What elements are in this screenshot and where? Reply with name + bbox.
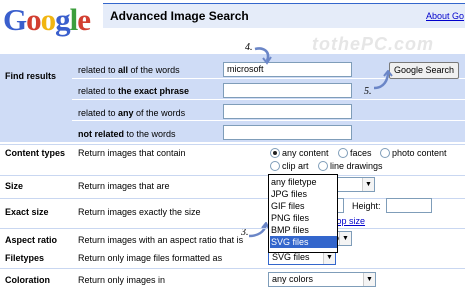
row-bold: any — [118, 108, 134, 118]
coloration-description: Return only images in — [78, 275, 166, 285]
find-results-label: Find results — [5, 71, 57, 81]
size-description: Return images that are — [78, 181, 170, 191]
content-types-description: Return images that contain — [78, 148, 186, 158]
step-4-marker: 4. — [245, 42, 253, 53]
coloration-label: Coloration — [5, 275, 50, 285]
all-words-input[interactable]: microsoft — [223, 62, 352, 77]
step-4-arrow-icon — [254, 47, 272, 65]
row-divider — [72, 99, 465, 100]
aspect-ratio-description: Return images with an aspect ratio that … — [78, 235, 244, 245]
section-divider — [0, 268, 465, 269]
row-bold: not related — [78, 129, 125, 139]
clip-art-label: clip art — [282, 161, 309, 171]
any-content-radio[interactable] — [270, 148, 280, 158]
step-5-marker: 5. — [364, 86, 372, 97]
row-suffix: of the words — [128, 65, 180, 75]
size-label: Size — [5, 181, 24, 191]
exact-phrase-label: related to the exact phrase — [78, 86, 189, 96]
any-words-input[interactable] — [223, 104, 352, 119]
row-suffix: to the words — [124, 129, 176, 139]
chevron-down-icon: ▼ — [339, 232, 351, 245]
clip-art-radio[interactable] — [270, 161, 280, 171]
all-words-label: related to all of the words — [78, 65, 180, 75]
row-suffix: of the words — [133, 108, 186, 118]
dropdown-option[interactable]: BMP files — [270, 224, 337, 236]
not-related-input[interactable] — [223, 125, 352, 140]
logo-letter: g — [55, 2, 70, 37]
line-drawings-label: line drawings — [330, 161, 383, 171]
about-link[interactable]: About Go — [426, 11, 464, 21]
photo-content-label: photo content — [392, 148, 447, 158]
exact-size-label: Exact size — [5, 207, 49, 217]
google-search-button[interactable]: Google Search — [389, 62, 459, 79]
dropdown-option-highlighted[interactable]: SVG files — [270, 236, 337, 248]
section-divider — [0, 175, 465, 176]
row-bold: the exact phrase — [118, 86, 190, 96]
google-logo: Google — [3, 2, 98, 37]
watermark: tothePC.com — [312, 34, 435, 54]
chevron-down-icon: ▼ — [363, 273, 375, 286]
row-divider — [72, 120, 465, 121]
coloration-value: any colors — [272, 274, 314, 284]
coloration-select[interactable]: any colors ▼ — [268, 272, 376, 287]
exact-phrase-input[interactable] — [223, 83, 352, 98]
filetypes-label: Filetypes — [5, 253, 45, 263]
dropdown-option[interactable]: PNG files — [270, 212, 337, 224]
row-bold: all — [118, 65, 129, 75]
step-3-arrow-icon — [248, 222, 270, 238]
not-related-label: not related to the words — [78, 129, 176, 139]
any-content-label: any content — [282, 148, 329, 158]
line-drawings-radio[interactable] — [318, 161, 328, 171]
content-types-label: Content types — [5, 148, 66, 158]
exact-size-link[interactable]: top size — [334, 216, 365, 226]
logo-letter: l — [69, 2, 79, 37]
step-5-arrow-icon — [373, 70, 393, 90]
page-title: Advanced Image Search — [110, 9, 249, 23]
logo-letter: G — [3, 2, 27, 37]
faces-radio[interactable] — [338, 148, 348, 158]
faces-label: faces — [350, 148, 372, 158]
row-prefix: related to — [78, 65, 119, 75]
photo-content-radio[interactable] — [380, 148, 390, 158]
logo-letter: e — [77, 2, 91, 37]
height-input[interactable] — [386, 198, 432, 213]
dropdown-option[interactable]: JPG files — [270, 188, 337, 200]
filetypes-description: Return only image files formatted as — [78, 253, 223, 263]
section-divider — [0, 144, 465, 145]
any-words-label: related to any of the words — [78, 108, 185, 118]
dropdown-option[interactable]: GIF files — [270, 200, 337, 212]
row-prefix: related to — [78, 86, 119, 96]
logo-letter: o — [40, 2, 56, 37]
chevron-down-icon: ▼ — [362, 178, 374, 191]
filetype-dropdown-list: any filetype JPG files GIF files PNG fil… — [268, 174, 338, 253]
logo-letter: o — [26, 2, 41, 37]
height-label: Height: — [352, 201, 381, 211]
row-prefix: related to — [78, 108, 119, 118]
exact-size-description: Return images exactly the size — [78, 207, 201, 217]
section-divider — [0, 228, 465, 229]
dropdown-option[interactable]: any filetype — [270, 176, 337, 188]
filetype-value: SVG files — [272, 252, 310, 262]
aspect-ratio-label: Aspect ratio — [5, 235, 58, 245]
